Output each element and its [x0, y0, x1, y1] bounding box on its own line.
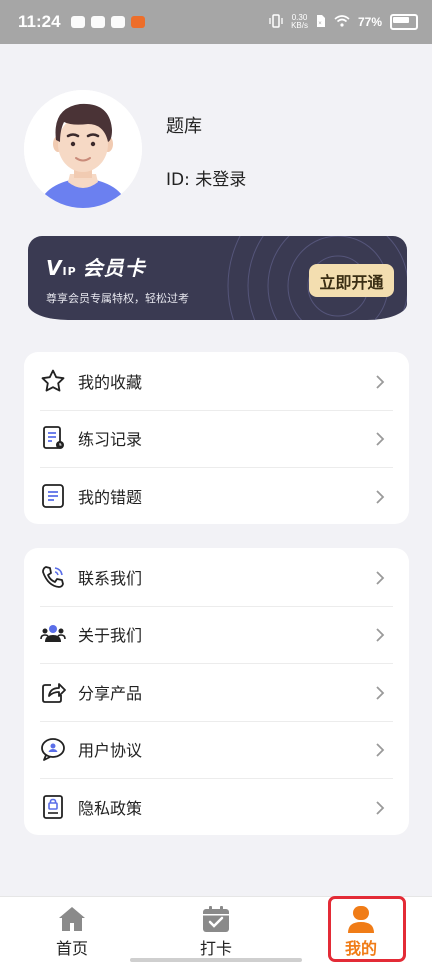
agreement-icon: [40, 736, 66, 762]
menu-item-share-product[interactable]: 分享产品: [24, 663, 409, 721]
profile-id[interactable]: ID: 未登录: [166, 165, 246, 190]
sim-icon: ×: [316, 14, 326, 31]
vip-card[interactable]: VIP 会员卡 尊享会员专属特权，轻松过考 立即开通: [28, 236, 407, 320]
menu-item-wrong-questions[interactable]: 我的错题: [24, 467, 409, 525]
menu-item-privacy-policy[interactable]: 隐私政策: [24, 778, 409, 836]
tab-label: 打卡: [199, 939, 232, 958]
vip-logo: VIP 会员卡: [46, 252, 146, 281]
chevron-right-icon: [373, 685, 387, 700]
menu-group-1: 我的收藏 练习记录 我的错题: [24, 352, 409, 524]
app-notification-icon: [90, 16, 105, 28]
status-right: 0.30 KB/s × 77%: [269, 14, 418, 31]
profile-name: 题库: [166, 116, 202, 137]
star-icon: [40, 368, 66, 394]
menu-label: 分享产品: [78, 683, 143, 703]
menu-item-about-us[interactable]: 关于我们: [24, 605, 409, 664]
wrong-questions-icon: [40, 483, 66, 509]
avatar[interactable]: [24, 90, 142, 208]
mail-icon: [110, 16, 125, 28]
status-time: 11:24: [18, 12, 61, 31]
wifi-icon: [334, 14, 350, 30]
menu-item-favorites[interactable]: 我的收藏: [24, 352, 409, 410]
menu-label: 联系我们: [78, 568, 143, 588]
activate-vip-button[interactable]: 立即开通: [309, 264, 394, 297]
people-icon: [40, 621, 66, 647]
calendar-check-icon: [201, 905, 231, 933]
privacy-icon: [40, 794, 66, 820]
chevron-right-icon: [373, 489, 387, 504]
vip-subtitle: 尊享会员专属特权，轻松过考: [46, 292, 189, 305]
chevron-right-icon: [373, 627, 387, 642]
chevron-right-icon: [373, 800, 387, 815]
notification-icons: [70, 16, 145, 28]
phone-icon: [40, 564, 66, 590]
vip-logo-v: V: [46, 256, 63, 280]
status-bar: 11:24 0.30 KB/s × 77%: [0, 0, 432, 44]
chevron-right-icon: [373, 742, 387, 757]
menu-group-2: 联系我们 关于我们 分享产品 用户协议 隐私政策: [24, 548, 409, 835]
battery-percent: 77%: [357, 15, 382, 29]
svg-text:×: ×: [318, 21, 322, 27]
record-icon: [40, 425, 66, 451]
menu-label: 练习记录: [78, 430, 143, 450]
app-badge-icon: [130, 16, 145, 28]
home-indicator: [130, 958, 302, 962]
highlight-box: [328, 896, 406, 962]
chevron-right-icon: [373, 570, 387, 585]
menu-label: 关于我们: [78, 626, 143, 646]
chevron-right-icon: [373, 374, 387, 389]
tab-label: 首页: [55, 939, 88, 958]
vip-title: 会员卡: [82, 256, 146, 280]
chevron-right-icon: [373, 431, 387, 446]
tab-checkin[interactable]: 打卡: [161, 897, 271, 965]
share-icon: [40, 679, 66, 705]
net-speed-unit: KB/s: [291, 21, 308, 30]
vip-logo-ip: IP: [62, 265, 77, 278]
menu-item-practice-record[interactable]: 练习记录: [24, 409, 409, 468]
menu-item-contact-us[interactable]: 联系我们: [24, 548, 409, 606]
home-icon: [57, 905, 87, 933]
shield-icon: [70, 16, 85, 28]
menu-label: 我的错题: [78, 487, 143, 507]
menu-label: 隐私政策: [78, 798, 143, 818]
menu-item-user-agreement[interactable]: 用户协议: [24, 720, 409, 779]
menu-label: 用户协议: [78, 741, 143, 761]
battery-icon: [390, 14, 418, 30]
tab-home[interactable]: 首页: [17, 897, 127, 965]
network-speed: 0.30 KB/s: [291, 14, 308, 30]
menu-label: 我的收藏: [78, 372, 143, 392]
vibrate-icon: [269, 13, 283, 31]
